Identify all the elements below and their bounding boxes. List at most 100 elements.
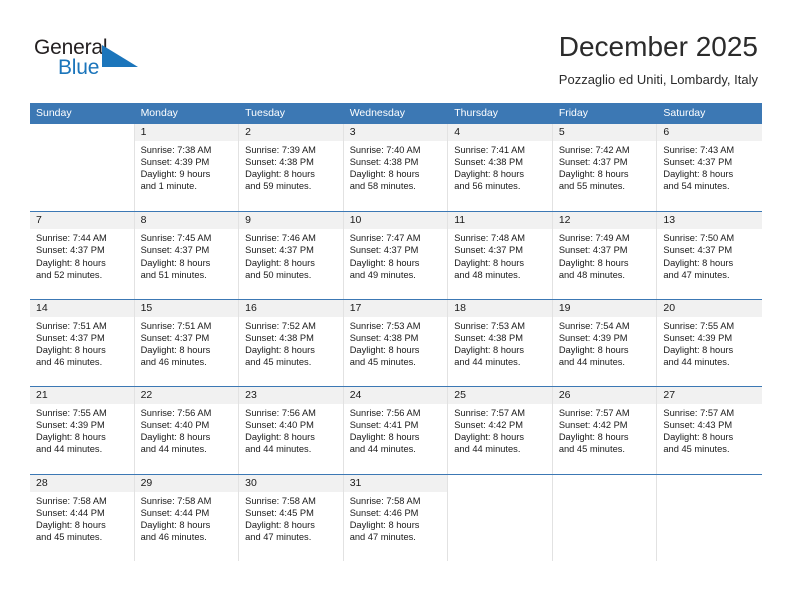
day-number: 3 (349, 126, 356, 138)
sunrise-text: Sunrise: 7:40 AM (349, 145, 421, 155)
day-cell[interactable]: 21 Sunrise: 7:55 AM Sunset: 4:39 PM Dayligh… (30, 387, 135, 474)
day-number: 4 (454, 126, 461, 138)
day-info: Sunrise: 7:39 AM Sunset: 4:38 PM Daylight:… (239, 141, 343, 192)
day-cell[interactable]: 11 Sunrise: 7:48 AM Sunset: 4:37 PM Dayligh… (448, 212, 553, 299)
day-cell[interactable]: 10 Sunrise: 7:47 AM Sunset: 4:37 PM Dayligh… (343, 212, 449, 299)
day-number: 28 (36, 476, 48, 489)
day-cell[interactable]: 30 Sunrise: 7:58 AM Sunset: 4:45 PM Dayligh… (239, 474, 344, 561)
day-info: Sunrise: 7:56 AM Sunset: 4:41 PM Daylight:… (344, 404, 448, 455)
day-cell[interactable]: 14 Sunrise: 7:51 AM Sunset: 4:37 PM Dayligh… (30, 299, 135, 387)
sunset-text: Sunset: 4:40 PM (140, 420, 210, 431)
day-number-bar: 17 (343, 299, 448, 317)
day-number-bar: 9 (239, 212, 343, 230)
daylight-text-line1: Daylight: 8 hours (349, 257, 420, 268)
day-number-bar: 20 (657, 299, 762, 317)
day-number-bar: 12 (552, 212, 657, 230)
daylight-text-line2: and 44 minutes. (140, 444, 207, 455)
daylight-text-line1: Daylight: 8 hours (36, 519, 106, 530)
sunset-text: Sunset: 4:37 PM (36, 245, 105, 256)
day-cell[interactable]: 17 Sunrise: 7:53 AM Sunset: 4:38 PM Dayligh… (343, 299, 449, 387)
daylight-text-line1: Daylight: 8 hours (663, 344, 734, 355)
daylight-text-line1: Daylight: 8 hours (245, 257, 315, 268)
weekday-header-wednesday: Wednesday (349, 107, 405, 119)
day-number-bar (448, 475, 552, 492)
day-cell[interactable]: 28 Sunrise: 7:58 AM Sunset: 4:44 PM Dayligh… (30, 474, 135, 561)
day-number-bar: 1 (134, 124, 239, 141)
day-cell[interactable]: 13 Sunrise: 7:50 AM Sunset: 4:37 PM Dayligh… (657, 212, 762, 298)
day-number: 20 (663, 301, 676, 314)
sunrise-text: Sunrise: 7:45 AM (140, 233, 212, 244)
sunset-text: Sunset: 4:37 PM (454, 245, 523, 256)
sunrise-text: Sunrise: 7:50 AM (663, 233, 735, 244)
day-cell[interactable]: 31 Sunrise: 7:58 AM Sunset: 4:46 PM Dayligh… (343, 474, 449, 561)
daylight-text-line1: Daylight: 8 hours (349, 169, 420, 180)
day-cell[interactable]: 2 Sunrise: 7:39 AM Sunset: 4:38 PM Daylight… (239, 124, 344, 212)
day-cell[interactable]: 26 Sunrise: 7:57 AM Sunset: 4:42 PM Dayligh… (552, 387, 658, 474)
daylight-text-line2: and 48 minutes. (454, 269, 521, 280)
sunset-text: Sunset: 4:39 PM (663, 332, 733, 343)
day-cell[interactable]: 6 Sunrise: 7:43 AM Sunset: 4:37 PM Daylight… (657, 124, 762, 211)
daylight-text-line1: Daylight: 8 hours (454, 169, 525, 180)
day-cell[interactable]: 8 Sunrise: 7:45 AM Sunset: 4:37 PM Daylight… (134, 212, 240, 299)
day-cell[interactable]: 4 Sunrise: 7:41 AM Sunset: 4:38 PM Daylight… (448, 124, 553, 212)
day-cell[interactable]: 9 Sunrise: 7:46 AM Sunset: 4:37 PM Daylight… (239, 212, 344, 299)
day-number-bar: 14 (30, 299, 134, 317)
daylight-text-line2: and 44 minutes. (349, 444, 416, 455)
day-cell[interactable]: 29 Sunrise: 7:58 AM Sunset: 4:44 PM Dayligh… (134, 474, 240, 561)
day-cell[interactable]: 1 Sunrise: 7:38 AM Sunset: 4:39 PM Daylight… (134, 124, 240, 212)
daylight-text-line2: and 56 minutes. (454, 181, 521, 192)
day-info: Sunrise: 7:56 AM Sunset: 4:40 PM Daylight:… (135, 404, 239, 455)
day-number-bar: 3 (343, 124, 448, 141)
day-cell[interactable]: 7 Sunrise: 7:44 AM Sunset: 4:37 PM Daylight… (30, 212, 135, 299)
day-cell[interactable]: 22 Sunrise: 7:56 AM Sunset: 4:40 PM Dayligh… (134, 387, 240, 474)
day-cell[interactable]: 23 Sunrise: 7:56 AM Sunset: 4:40 PM Dayligh… (239, 387, 344, 474)
day-info: Sunrise: 7:58 AM Sunset: 4:44 PM Daylight:… (135, 492, 239, 543)
page-header: General Blue December 2025 Pozzaglio ed … (0, 0, 792, 100)
day-number-bar: 26 (552, 387, 657, 405)
daylight-text-line1: Daylight: 8 hours (245, 169, 315, 180)
day-cell[interactable]: 20 Sunrise: 7:55 AM Sunset: 4:39 PM Dayligh… (657, 299, 762, 386)
day-info: Sunrise: 7:41 AM Sunset: 4:38 PM Daylight:… (448, 141, 552, 192)
sunrise-text: Sunrise: 7:54 AM (558, 320, 630, 331)
day-number-bar (30, 124, 134, 141)
daylight-text-line1: Daylight: 8 hours (454, 344, 525, 355)
daylight-text-line2: and 44 minutes. (36, 444, 103, 455)
sunset-text: Sunset: 4:39 PM (558, 332, 628, 343)
day-cell[interactable]: 12 Sunrise: 7:49 AM Sunset: 4:37 PM Dayligh… (552, 212, 658, 299)
day-number: 10 (349, 214, 362, 227)
day-info: Sunrise: 7:55 AM Sunset: 4:39 PM Daylight:… (657, 317, 762, 368)
day-cell[interactable]: 18 Sunrise: 7:53 AM Sunset: 4:38 PM Dayligh… (448, 299, 553, 387)
day-cell[interactable]: 25 Sunrise: 7:57 AM Sunset: 4:42 PM Dayligh… (448, 387, 553, 474)
day-cell[interactable]: 19 Sunrise: 7:54 AM Sunset: 4:39 PM Dayligh… (552, 299, 658, 387)
sunrise-text: Sunrise: 7:52 AM (245, 320, 316, 331)
day-info: Sunrise: 7:57 AM Sunset: 4:42 PM Daylight:… (448, 404, 552, 455)
sunset-text: Sunset: 4:40 PM (245, 420, 314, 431)
weekday-header-saturday: Saturday (663, 107, 706, 119)
daylight-text-line1: Daylight: 8 hours (663, 257, 734, 268)
sunset-text: Sunset: 4:37 PM (36, 332, 105, 343)
day-cell[interactable]: 5 Sunrise: 7:42 AM Sunset: 4:37 PM Daylight… (552, 124, 658, 212)
day-cell-empty (30, 124, 135, 212)
day-cell[interactable]: 27 Sunrise: 7:57 AM Sunset: 4:43 PM Dayligh… (657, 387, 762, 473)
day-cell[interactable]: 15 Sunrise: 7:51 AM Sunset: 4:37 PM Dayligh… (134, 299, 240, 387)
general-blue-logo[interactable]: General Blue (34, 36, 154, 84)
daylight-text-line2: and 46 minutes. (140, 357, 207, 368)
sunrise-text: Sunrise: 7:58 AM (245, 495, 316, 506)
day-number-bar: 2 (239, 124, 343, 141)
day-cell[interactable]: 16 Sunrise: 7:52 AM Sunset: 4:38 PM Dayligh… (239, 299, 344, 387)
day-cell[interactable]: 3 Sunrise: 7:40 AM Sunset: 4:38 PM Daylight… (343, 124, 449, 212)
sunset-text: Sunset: 4:37 PM (140, 332, 210, 343)
day-info: Sunrise: 7:51 AM Sunset: 4:37 PM Daylight:… (135, 317, 239, 368)
day-number-bar (657, 475, 762, 492)
daylight-text-line1: Daylight: 8 hours (663, 169, 734, 180)
day-cell[interactable]: 24 Sunrise: 7:56 AM Sunset: 4:41 PM Dayligh… (343, 387, 449, 474)
day-number: 19 (558, 301, 571, 314)
daylight-text-line1: Daylight: 8 hours (36, 257, 106, 268)
day-number: 2 (245, 126, 251, 138)
day-number-bar: 16 (239, 299, 343, 317)
day-number-bar: 21 (30, 387, 134, 405)
sunset-text: Sunset: 4:37 PM (663, 245, 733, 256)
daylight-text-line2: and 59 minutes. (245, 181, 312, 192)
sunset-text: Sunset: 4:38 PM (454, 157, 523, 168)
week-row: 21 Sunrise: 7:55 AM Sunset: 4:39 PM Dayligh… (30, 386, 762, 474)
